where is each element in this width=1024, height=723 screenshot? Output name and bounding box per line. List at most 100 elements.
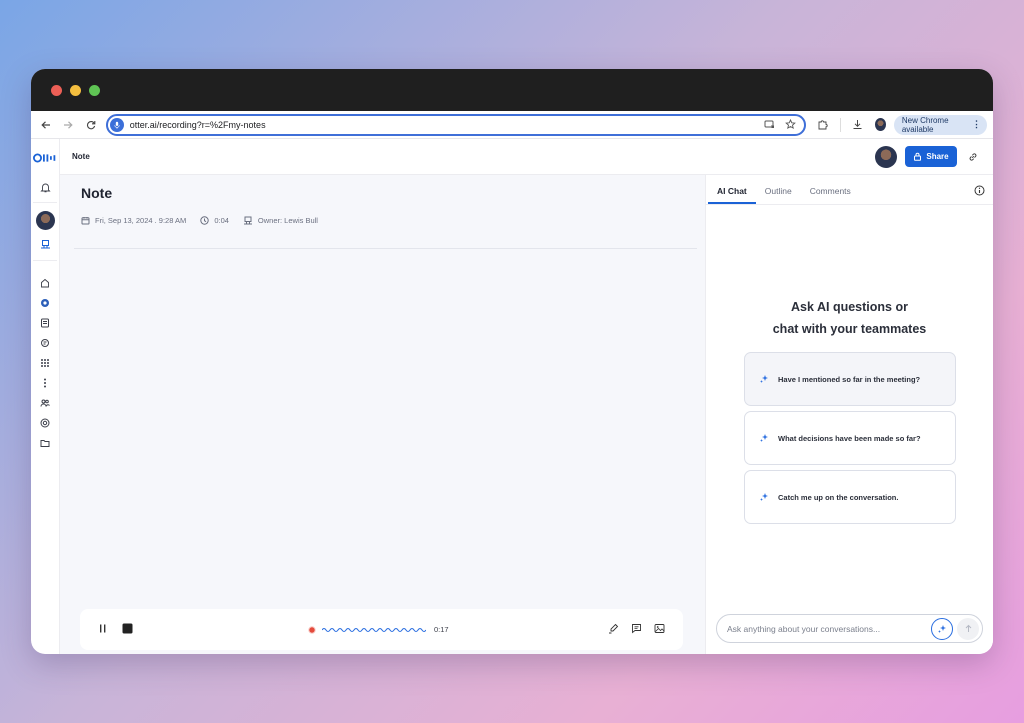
recording-player: 0:17 <box>80 609 683 650</box>
ai-chat-heading-line1: Ask AI questions or <box>791 300 908 314</box>
toolbar-divider <box>840 117 841 132</box>
chat-input-placeholder: Ask anything about your conversations... <box>727 623 881 634</box>
otter-logo[interactable] <box>33 149 57 167</box>
bell-icon[interactable] <box>37 179 53 195</box>
send-button[interactable] <box>957 617 979 640</box>
lock-icon <box>914 152 922 161</box>
tab-outline[interactable]: Outline <box>756 186 801 204</box>
main-area: Note Share Note Fri, Sep 13, 2024 . 9:28… <box>60 139 993 654</box>
mic-icon <box>109 117 124 132</box>
bookmark-star-icon[interactable] <box>784 119 796 130</box>
note-divider <box>74 248 697 249</box>
stop-icon <box>122 623 133 633</box>
minimize-window-button[interactable] <box>70 84 81 96</box>
tab-comments[interactable]: Comments <box>801 186 860 204</box>
otter-app: Note Share Note Fri, Sep 13, 2024 . 9:28… <box>31 139 993 654</box>
note-meta: Fri, Sep 13, 2024 . 9:28 AM 0:04 Owner: … <box>81 216 318 225</box>
waveform-line <box>322 627 426 632</box>
sparkle-icon <box>938 624 946 633</box>
note-date: Fri, Sep 13, 2024 . 9:28 AM <box>95 216 187 225</box>
folder-icon[interactable] <box>37 435 53 451</box>
people-icon[interactable] <box>37 395 53 411</box>
address-bar: otter.ai/recording?r=%2Fmy-notes New Chr… <box>31 111 993 139</box>
arrow-right-icon <box>64 120 74 129</box>
comment-icon <box>632 623 641 633</box>
suggestion-card[interactable]: What decisions have been made so far? <box>744 411 956 465</box>
side-tabs: AI Chat Outline Comments <box>706 175 993 205</box>
target-icon[interactable] <box>37 415 53 431</box>
arrow-up-icon <box>965 624 971 632</box>
pause-icon <box>100 624 106 632</box>
more-vert-icon[interactable] <box>37 375 53 391</box>
note-duration: 0:04 <box>214 216 229 225</box>
channels-icon[interactable] <box>37 335 53 351</box>
close-window-button[interactable] <box>51 84 62 96</box>
share-button[interactable]: Share <box>905 146 957 167</box>
share-label: Share <box>926 152 949 161</box>
forward-button[interactable] <box>59 114 77 136</box>
image-icon <box>654 623 665 633</box>
suggestion-text: Have I mentioned so far in the meeting? <box>778 374 921 384</box>
update-chip[interactable]: New Chrome available ⋮ <box>893 114 988 135</box>
window-titlebar <box>31 69 993 111</box>
back-button[interactable] <box>37 114 55 136</box>
otter-assistant-icon[interactable] <box>37 295 53 311</box>
url-field[interactable]: otter.ai/recording?r=%2Fmy-notes <box>105 113 806 136</box>
ai-chat-heading-line2: chat with your teammates <box>772 322 927 336</box>
install-app-icon[interactable] <box>764 119 775 130</box>
note-panel: Note Fri, Sep 13, 2024 . 9:28 AM 0:04 Ow… <box>60 175 705 654</box>
pause-button[interactable] <box>98 621 110 639</box>
note-title[interactable]: Note <box>81 185 112 201</box>
clock-icon <box>200 216 210 225</box>
workspace-owner-icon <box>243 216 252 225</box>
recording-waveform: 0:17 <box>308 625 449 634</box>
update-chip-label: New Chrome available <box>901 115 949 134</box>
downloads-button[interactable] <box>849 114 867 136</box>
owner-avatar[interactable] <box>875 145 897 168</box>
reload-button[interactable] <box>82 114 100 136</box>
suggestion-text: What decisions have been made so far? <box>778 433 921 443</box>
highlight-button[interactable] <box>608 621 619 639</box>
ai-sparkle-button[interactable] <box>931 617 953 640</box>
copy-link-button[interactable] <box>965 152 981 162</box>
highlighter-icon <box>609 623 619 633</box>
recording-dot-icon <box>308 625 316 634</box>
suggestion-card[interactable]: Have I mentioned so far in the meeting? <box>744 352 956 406</box>
info-icon[interactable] <box>974 183 985 201</box>
sparkle-icon <box>760 375 768 383</box>
sparkle-icon <box>760 493 768 501</box>
link-icon <box>969 152 977 161</box>
top-bar: Note Share <box>60 139 993 175</box>
reload-icon <box>86 120 95 129</box>
side-panel: AI Chat Outline Comments Ask AI question… <box>705 175 993 654</box>
left-rail <box>31 139 60 654</box>
ai-chat-heading: Ask AI questions or chat with your teamm… <box>706 296 993 340</box>
url-text: otter.ai/recording?r=%2Fmy-notes <box>129 119 266 130</box>
tab-ai-chat[interactable]: AI Chat <box>708 186 756 204</box>
suggestion-card[interactable]: Catch me up on the conversation. <box>744 470 956 524</box>
note-owner: Owner: Lewis Bull <box>257 216 318 225</box>
comment-button[interactable] <box>631 621 642 639</box>
content-area: Note Fri, Sep 13, 2024 . 9:28 AM 0:04 Ow… <box>60 175 993 654</box>
download-icon <box>853 120 862 129</box>
chat-input[interactable]: Ask anything about your conversations... <box>716 614 983 643</box>
home-icon[interactable] <box>37 275 53 291</box>
breadcrumb: Note <box>72 152 90 161</box>
user-avatar[interactable] <box>35 211 55 230</box>
browser-window: otter.ai/recording?r=%2Fmy-notes New Chr… <box>31 69 993 654</box>
arrow-left-icon <box>41 120 51 129</box>
sparkle-icon <box>760 434 768 442</box>
maximize-window-button[interactable] <box>89 84 100 96</box>
extensions-button[interactable] <box>814 114 832 136</box>
puzzle-icon <box>818 120 828 130</box>
calendar-icon <box>81 217 90 225</box>
stop-button[interactable] <box>122 621 133 639</box>
apps-grid-icon[interactable] <box>37 355 53 371</box>
workspace-icon[interactable] <box>37 236 53 252</box>
image-button[interactable] <box>654 621 665 639</box>
notes-icon[interactable] <box>37 315 53 331</box>
elapsed-time: 0:17 <box>434 625 449 634</box>
more-vert-icon: ⋮ <box>972 119 982 129</box>
suggestion-text: Catch me up on the conversation. <box>778 492 899 502</box>
profile-avatar[interactable] <box>875 118 886 131</box>
